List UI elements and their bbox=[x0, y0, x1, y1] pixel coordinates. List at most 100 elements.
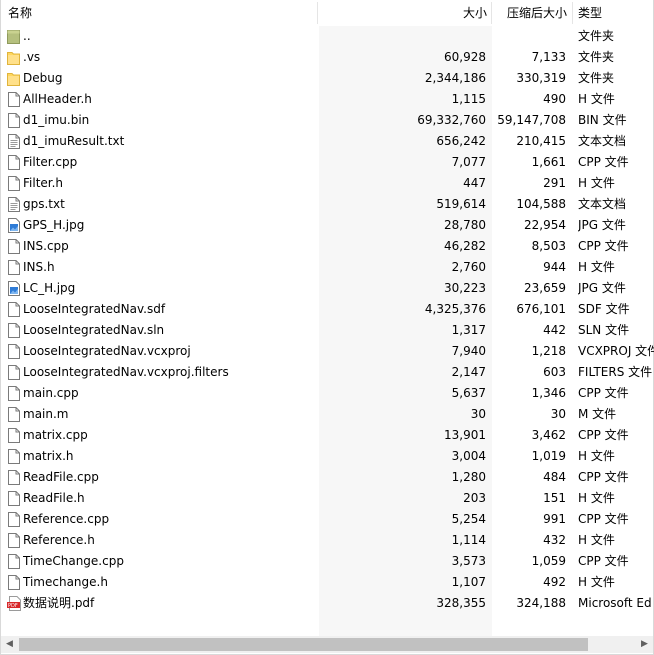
file-compressed-size: 104,588 bbox=[516, 197, 566, 211]
file-row[interactable]: .vs 60,928 7,133 文件夹 bbox=[1, 47, 653, 68]
file-icon bbox=[7, 365, 21, 380]
column-header-type[interactable]: 类型 bbox=[578, 0, 602, 26]
file-name: ReadFile.cpp bbox=[23, 470, 99, 484]
file-compressed-size: 1,661 bbox=[531, 155, 566, 169]
file-row[interactable]: TimeChange.cpp 3,573 1,059 CPP 文件 bbox=[1, 551, 653, 572]
file-name: 数据说明.pdf bbox=[23, 596, 95, 610]
file-row[interactable]: gps.txt 519,614 104,588 文本文档 bbox=[1, 194, 653, 215]
file-icon bbox=[7, 302, 21, 317]
column-divider[interactable] bbox=[317, 2, 318, 24]
file-type: CPP 文件 bbox=[578, 470, 629, 484]
file-row[interactable]: main.cpp 5,637 1,346 CPP 文件 bbox=[1, 383, 653, 404]
file-row[interactable]: LooseIntegratedNav.sln 1,317 442 SLN 文件 bbox=[1, 320, 653, 341]
file-row[interactable]: main.m 30 30 M 文件 bbox=[1, 404, 653, 425]
file-icon bbox=[7, 386, 21, 401]
file-name: matrix.h bbox=[23, 449, 74, 463]
column-divider[interactable] bbox=[572, 2, 573, 24]
file-compressed-size: 330,319 bbox=[516, 71, 566, 85]
file-compressed-size: 1,218 bbox=[531, 344, 566, 358]
file-compressed-size: 3,462 bbox=[531, 428, 566, 442]
file-type: CPP 文件 bbox=[578, 428, 629, 442]
file-row[interactable]: d1_imu.bin 69,332,760 59,147,708 BIN 文件 bbox=[1, 110, 653, 131]
file-row[interactable]: LooseIntegratedNav.vcxproj 7,940 1,218 VCXP… bbox=[1, 341, 654, 362]
file-icon bbox=[7, 155, 21, 170]
file-name: main.m bbox=[23, 407, 69, 421]
scroll-right-icon[interactable]: ▶ bbox=[636, 636, 653, 653]
file-type: JPG 文件 bbox=[578, 218, 626, 232]
file-icon bbox=[7, 92, 21, 107]
file-name: LC_H.jpg bbox=[23, 281, 76, 295]
file-name: gps.txt bbox=[23, 197, 65, 211]
file-size: 30,223 bbox=[444, 281, 486, 295]
file-row[interactable]: Reference.h 1,114 432 H 文件 bbox=[1, 530, 653, 551]
file-name: main.cpp bbox=[23, 386, 79, 400]
file-row[interactable]: INS.h 2,760 944 H 文件 bbox=[1, 257, 653, 278]
file-type: CPP 文件 bbox=[578, 512, 629, 526]
file-size: 519,614 bbox=[436, 197, 486, 211]
file-name: LooseIntegratedNav.vcxproj.filters bbox=[23, 365, 229, 379]
column-header-size[interactable]: 大小 bbox=[320, 0, 487, 26]
file-type: H 文件 bbox=[578, 176, 615, 190]
file-row[interactable]: LooseIntegratedNav.sdf 4,325,376 676,101 SD… bbox=[1, 299, 653, 320]
horizontal-scrollbar[interactable]: ◀ ▶ bbox=[1, 636, 653, 653]
column-header-name[interactable]: 名称 bbox=[8, 0, 32, 26]
file-type: JPG 文件 bbox=[578, 281, 626, 295]
file-row[interactable]: Filter.h 447 291 H 文件 bbox=[1, 173, 653, 194]
file-row[interactable]: AllHeader.h 1,115 490 H 文件 bbox=[1, 89, 653, 110]
file-type: BIN 文件 bbox=[578, 113, 627, 127]
file-row[interactable]: d1_imuResult.txt 656,242 210,415 文本文档 bbox=[1, 131, 653, 152]
file-row[interactable]: INS.cpp 46,282 8,503 CPP 文件 bbox=[1, 236, 653, 257]
file-type: CPP 文件 bbox=[578, 239, 629, 253]
file-size: 2,344,186 bbox=[424, 71, 486, 85]
file-size: 5,637 bbox=[451, 386, 486, 400]
file-compressed-size: 291 bbox=[543, 176, 566, 190]
file-compressed-size: 492 bbox=[543, 575, 566, 589]
file-row[interactable]: LC_H.jpg 30,223 23,659 JPG 文件 bbox=[1, 278, 653, 299]
file-row[interactable]: ReadFile.h 203 151 H 文件 bbox=[1, 488, 653, 509]
file-size: 7,940 bbox=[451, 344, 486, 358]
file-size: 5,254 bbox=[451, 512, 486, 526]
file-row[interactable]: PDF 数据说明.pdf 328,355 324,188 Microsoft Ed bbox=[1, 593, 653, 614]
file-compressed-size: 991 bbox=[543, 512, 566, 526]
file-size: 4,325,376 bbox=[424, 302, 486, 316]
scroll-left-icon[interactable]: ◀ bbox=[1, 636, 18, 653]
file-compressed-size: 8,503 bbox=[531, 239, 566, 253]
file-row[interactable]: Timechange.h 1,107 492 H 文件 bbox=[1, 572, 653, 593]
file-name: d1_imuResult.txt bbox=[23, 134, 125, 148]
scrollbar-thumb[interactable] bbox=[19, 638, 588, 651]
file-name: Debug bbox=[23, 71, 63, 85]
file-row[interactable]: ReadFile.cpp 1,280 484 CPP 文件 bbox=[1, 467, 653, 488]
file-compressed-size: 1,346 bbox=[531, 386, 566, 400]
file-name: GPS_H.jpg bbox=[23, 218, 85, 232]
file-icon bbox=[7, 491, 21, 506]
file-icon bbox=[7, 449, 21, 464]
file-type: H 文件 bbox=[578, 92, 615, 106]
file-name: .vs bbox=[23, 50, 41, 64]
file-type: H 文件 bbox=[578, 533, 615, 547]
file-compressed-size: 30 bbox=[550, 407, 566, 421]
file-row[interactable]: .. 文件夹 bbox=[1, 26, 653, 47]
file-compressed-size: 676,101 bbox=[516, 302, 566, 316]
file-name: Filter.h bbox=[23, 176, 64, 190]
file-row[interactable]: LooseIntegratedNav.vcxproj.filters 2,147 6… bbox=[1, 362, 653, 383]
file-size bbox=[319, 26, 486, 47]
file-row[interactable]: GPS_H.jpg 28,780 22,954 JPG 文件 bbox=[1, 215, 653, 236]
file-type: H 文件 bbox=[578, 575, 615, 589]
parent-folder-icon bbox=[7, 29, 21, 44]
file-row[interactable]: Filter.cpp 7,077 1,661 CPP 文件 bbox=[1, 152, 653, 173]
file-size: 1,317 bbox=[451, 323, 486, 337]
file-row[interactable]: Reference.cpp 5,254 991 CPP 文件 bbox=[1, 509, 653, 530]
file-row[interactable]: matrix.cpp 13,901 3,462 CPP 文件 bbox=[1, 425, 653, 446]
file-compressed-size: 432 bbox=[543, 533, 566, 547]
file-row[interactable]: Debug 2,344,186 330,319 文件夹 bbox=[1, 68, 653, 89]
file-compressed-size: 1,019 bbox=[531, 449, 566, 463]
column-header-compressed-size[interactable]: 压缩后大小 bbox=[492, 0, 567, 26]
file-name: Reference.cpp bbox=[23, 512, 110, 526]
file-size: 2,760 bbox=[451, 260, 486, 274]
file-type: SLN 文件 bbox=[578, 323, 630, 337]
file-type: 文件夹 bbox=[578, 29, 615, 43]
file-row[interactable]: matrix.h 3,004 1,019 H 文件 bbox=[1, 446, 653, 467]
file-icon bbox=[7, 344, 21, 359]
file-type: SDF 文件 bbox=[578, 302, 630, 316]
folder-icon bbox=[7, 71, 21, 86]
